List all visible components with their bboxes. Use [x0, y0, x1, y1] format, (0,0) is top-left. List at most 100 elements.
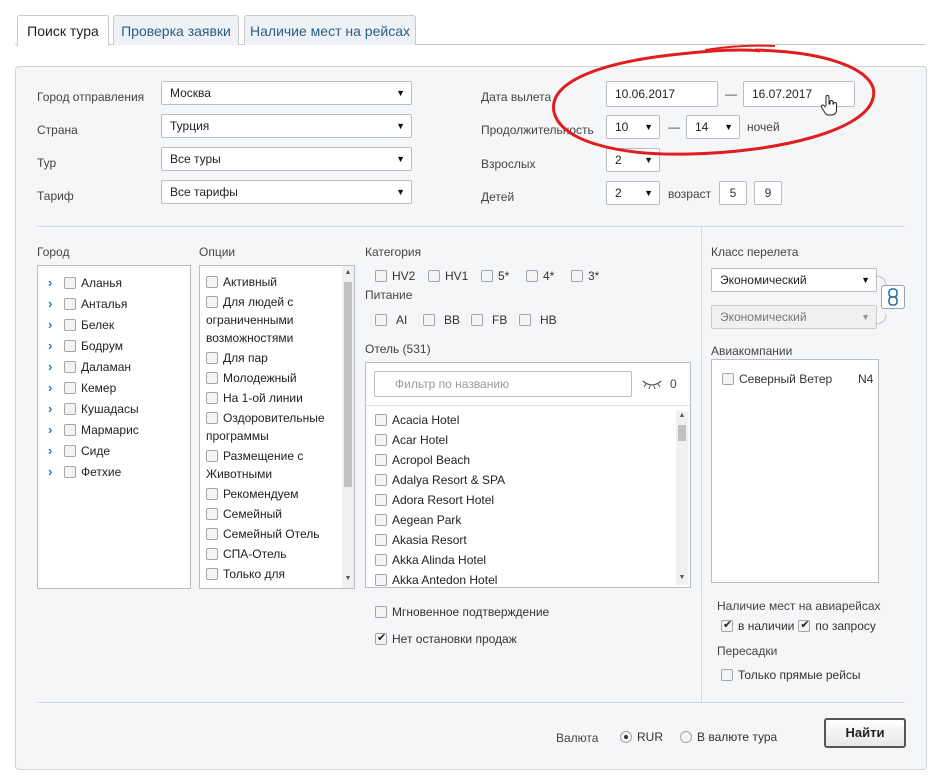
option-item[interactable]: Для пар	[206, 349, 338, 367]
scroll-down-icon[interactable]: ▼	[342, 574, 354, 584]
options-scroll-thumb[interactable]	[344, 282, 352, 487]
chevron-right-icon[interactable]: ›	[48, 464, 64, 479]
instant-confirmation-option[interactable]: Мгновенное подтверждение	[375, 605, 549, 619]
country-select[interactable]: Турция ▼	[161, 114, 412, 138]
city-item[interactable]: › Анталья	[48, 296, 127, 311]
chevron-right-icon[interactable]: ›	[48, 422, 64, 437]
currency-tour-radio[interactable]	[680, 731, 692, 743]
category-option[interactable]: HV2	[375, 269, 428, 283]
meal-checkbox[interactable]	[375, 314, 387, 326]
option-checkbox[interactable]	[206, 450, 218, 462]
hotel-item[interactable]: Adora Resort Hotel	[375, 493, 494, 507]
tab-flight-availability[interactable]: Наличие мест на рейсах	[244, 15, 416, 45]
tariff-select[interactable]: Все тарифы ▼	[161, 180, 412, 204]
city-checkbox[interactable]	[64, 298, 76, 310]
meal-checkbox[interactable]	[519, 314, 531, 326]
city-item[interactable]: › Белек	[48, 317, 114, 332]
city-checkbox[interactable]	[64, 319, 76, 331]
scroll-up-icon[interactable]: ▲	[342, 268, 354, 278]
meal-checkbox[interactable]	[471, 314, 483, 326]
airline-checkbox[interactable]	[722, 373, 734, 385]
city-checkbox[interactable]	[64, 466, 76, 478]
chevron-right-icon[interactable]: ›	[48, 317, 64, 332]
category-option[interactable]: 3*	[571, 269, 616, 283]
option-checkbox[interactable]	[206, 352, 218, 364]
hotel-item[interactable]: Akka Alinda Hotel	[375, 553, 486, 567]
tab-tour-search[interactable]: Поиск тура	[17, 15, 109, 46]
direct-flights-checkbox[interactable]	[721, 669, 733, 681]
city-checkbox[interactable]	[64, 445, 76, 457]
hotels-scrollbar[interactable]: ▲ ▼	[676, 411, 688, 585]
option-item[interactable]: Для людей с ограниченными возможностями	[206, 293, 338, 347]
hotel-checkbox[interactable]	[375, 514, 387, 526]
city-item[interactable]: › Бодрум	[48, 338, 123, 353]
category-checkbox[interactable]	[571, 270, 583, 282]
meal-checkbox[interactable]	[423, 314, 435, 326]
hotel-item[interactable]: Akka Antedon Hotel	[375, 573, 497, 587]
option-checkbox[interactable]	[206, 508, 218, 520]
child-age-2-input[interactable]: 9	[754, 181, 782, 205]
category-checkbox[interactable]	[526, 270, 538, 282]
chevron-right-icon[interactable]: ›	[48, 338, 64, 353]
meal-option[interactable]: BB	[423, 313, 471, 327]
meal-option[interactable]: FB	[471, 313, 519, 327]
hotel-checkbox[interactable]	[375, 554, 387, 566]
option-item[interactable]: СПА-Отель	[206, 545, 338, 563]
currency-tour-option[interactable]: В валюте тура	[680, 730, 777, 744]
category-checkbox[interactable]	[481, 270, 493, 282]
currency-rur-radio[interactable]	[620, 731, 632, 743]
seats-available-checkbox[interactable]	[721, 618, 733, 632]
tab-order-check[interactable]: Проверка заявки	[113, 15, 239, 45]
hotel-checkbox[interactable]	[375, 534, 387, 546]
city-checkbox[interactable]	[64, 403, 76, 415]
option-item[interactable]: Семейный	[206, 505, 338, 523]
children-select[interactable]: 2 ▼	[606, 181, 660, 205]
hotel-item[interactable]: Acropol Beach	[375, 453, 470, 467]
hotel-checkbox[interactable]	[375, 474, 387, 486]
airline-item[interactable]: Северный Ветер	[722, 372, 832, 386]
instant-confirmation-checkbox[interactable]	[375, 606, 387, 618]
option-checkbox[interactable]	[206, 372, 218, 384]
option-checkbox[interactable]	[206, 276, 218, 288]
category-option[interactable]: HV1	[428, 269, 481, 283]
hotels-scroll-thumb[interactable]	[678, 425, 686, 441]
option-item[interactable]: Только для	[206, 565, 338, 583]
category-option[interactable]: 5*	[481, 269, 526, 283]
city-checkbox[interactable]	[64, 424, 76, 436]
option-item[interactable]: Молодежный	[206, 369, 338, 387]
category-option[interactable]: 4*	[526, 269, 571, 283]
chevron-right-icon[interactable]: ›	[48, 296, 64, 311]
option-checkbox[interactable]	[206, 488, 218, 500]
option-checkbox[interactable]	[206, 392, 218, 404]
city-checkbox[interactable]	[64, 361, 76, 373]
no-stop-sale-option[interactable]: Нет остановки продаж	[375, 631, 517, 646]
hotel-checkbox[interactable]	[375, 414, 387, 426]
hotel-item[interactable]: Adalya Resort & SPA	[375, 473, 505, 487]
hotel-checkbox[interactable]	[375, 494, 387, 506]
option-item[interactable]: Размещение с Животными	[206, 447, 338, 483]
direct-flights-option[interactable]: Только прямые рейсы	[721, 668, 861, 682]
city-item[interactable]: › Мармарис	[48, 422, 139, 437]
tour-select[interactable]: Все туры ▼	[161, 147, 412, 171]
currency-rur-option[interactable]: RUR	[620, 730, 663, 744]
city-item[interactable]: › Даламан	[48, 359, 131, 374]
hotel-checkbox[interactable]	[375, 574, 387, 586]
options-scrollbar[interactable]: ▲ ▼	[342, 266, 354, 588]
option-item[interactable]: Рекомендуем	[206, 485, 338, 503]
option-checkbox[interactable]	[206, 548, 218, 560]
eye-closed-icon[interactable]	[641, 379, 663, 389]
chevron-right-icon[interactable]: ›	[48, 380, 64, 395]
scroll-up-icon[interactable]: ▲	[676, 411, 688, 421]
option-item[interactable]: Оздоровительные программы	[206, 409, 338, 445]
city-item[interactable]: › Кушадасы	[48, 401, 139, 416]
chevron-right-icon[interactable]: ›	[48, 359, 64, 374]
option-checkbox[interactable]	[206, 296, 218, 308]
link-classes-button[interactable]	[881, 285, 905, 309]
hotel-item[interactable]: Akasia Resort	[375, 533, 467, 547]
city-item[interactable]: › Аланья	[48, 275, 122, 290]
option-checkbox[interactable]	[206, 568, 218, 580]
hotel-item[interactable]: Acacia Hotel	[375, 413, 459, 427]
chevron-right-icon[interactable]: ›	[48, 401, 64, 416]
hotel-item[interactable]: Aegean Park	[375, 513, 461, 527]
option-checkbox[interactable]	[206, 528, 218, 540]
